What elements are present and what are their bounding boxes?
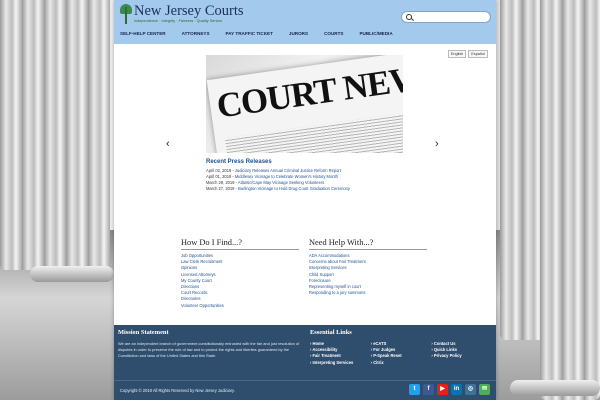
carousel-prev-icon[interactable]: ‹ (166, 138, 170, 150)
site-header: New Jersey Courts Independence · Integri… (114, 0, 496, 44)
press-item: March 27, 2019 - Burlington Vicinage to … (206, 186, 406, 192)
help-title: Need Help With...? (309, 238, 427, 250)
english-button[interactable]: English (447, 50, 467, 58)
nav-public-media[interactable]: PUBLIC/MEDIA (351, 31, 400, 36)
press-date: March 29, 2019 - (206, 180, 238, 185)
youtube-icon[interactable]: ▶ (437, 384, 448, 395)
press-title[interactable]: Recent Press Releases (206, 159, 406, 165)
site-logo[interactable]: New Jersey Courts Independence · Integri… (120, 4, 244, 24)
essential-title: Essential Links (310, 329, 352, 336)
language-switcher: English Español (447, 50, 488, 58)
footer-link[interactable]: Interpreting Services (310, 360, 371, 366)
press-date: April 02, 2019 - (206, 168, 235, 173)
nav-courts[interactable]: COURTS (316, 31, 351, 36)
carousel-next-icon[interactable]: › (435, 138, 439, 150)
mission-title: Mission Statement (118, 329, 169, 336)
press-releases: Recent Press Releases April 02, 2019 - J… (206, 159, 406, 192)
spanish-button[interactable]: Español (468, 50, 488, 58)
press-date: April 01, 2019 - (206, 174, 235, 179)
press-link[interactable]: Middlesex Vicinage to Celebrate Women's … (235, 174, 338, 179)
how-do-i-find-section: How Do I Find...? Job Opportunities Law … (181, 238, 299, 309)
need-help-section: Need Help With...? ADA Accommodations Co… (309, 238, 427, 296)
list-item[interactable]: Volunteer Opportunities (181, 303, 299, 309)
site-footer: Mission Statement We are an independent … (114, 325, 496, 400)
search-icon[interactable] (406, 14, 412, 20)
nav-jurors[interactable]: JURORS (281, 31, 316, 36)
copyright: Copyright © 2018 All Rights Reserved by … (120, 388, 235, 393)
social-links: t f ▶ in ◎ ✉ (409, 384, 490, 395)
page-container: New Jersey Courts Independence · Integri… (114, 0, 496, 400)
wechat-icon[interactable]: ✉ (479, 384, 490, 395)
facebook-icon[interactable]: f (423, 384, 434, 395)
nav-pay-traffic-ticket[interactable]: PAY TRAFFIC TICKET (218, 31, 281, 36)
mission-statement: Mission Statement We are an independent … (118, 329, 303, 359)
how-title: How Do I Find...? (181, 238, 299, 250)
footer-link[interactable]: Citrix (371, 360, 432, 366)
essential-links: Essential Links Home Accessibility Fair … (310, 329, 492, 366)
search-input[interactable] (401, 11, 491, 23)
nav-attorneys[interactable]: ATTORNEYS (174, 31, 218, 36)
press-link[interactable]: Atlantic/Cape May Vicinage Seeking Volun… (238, 180, 324, 185)
press-link[interactable]: Burlington Vicinage to Hold Drug Court G… (238, 186, 350, 191)
press-link[interactable]: Judiciary Releases Annual Criminal Justi… (235, 168, 341, 173)
tree-logo-icon (120, 4, 132, 24)
carousel-banner[interactable]: COURT NEWS (206, 55, 403, 153)
logo-title: New Jersey Courts (134, 3, 244, 19)
press-date: March 27, 2019 - (206, 186, 239, 191)
twitter-icon[interactable]: t (409, 384, 420, 395)
logo-tagline: Independence · Integrity · Fairness · Qu… (134, 19, 223, 23)
nav-self-help[interactable]: SELF-HELP CENTER (114, 31, 174, 36)
main-nav: SELF-HELP CENTER ATTORNEYS PAY TRAFFIC T… (114, 31, 496, 36)
footer-link[interactable]: Privacy Policy (431, 353, 492, 359)
linkedin-icon[interactable]: in (451, 384, 462, 395)
instagram-icon[interactable]: ◎ (465, 384, 476, 395)
list-item[interactable]: Responding to a jury summons (309, 290, 427, 296)
footer-bar: Copyright © 2018 All Rights Reserved by … (114, 380, 496, 400)
mission-text: We are an independent branch of governme… (118, 341, 300, 358)
